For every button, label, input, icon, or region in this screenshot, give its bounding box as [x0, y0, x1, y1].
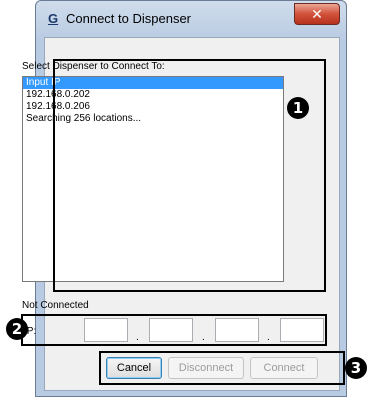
connection-status: Not Connected: [22, 300, 89, 311]
app-icon: G: [48, 11, 59, 26]
callout-number: 1: [287, 97, 309, 119]
callout-box-list: [53, 59, 326, 292]
callout-number: 3: [345, 357, 367, 379]
window-title: Connect to Dispenser: [66, 11, 192, 26]
title-bar[interactable]: G Connect to Dispenser ✕: [36, 1, 346, 37]
callout-box-ip: [21, 314, 327, 346]
callout-number: 2: [6, 318, 28, 340]
close-button[interactable]: ✕: [294, 3, 340, 25]
close-icon: ✕: [311, 6, 323, 22]
callout-box-buttons: [99, 351, 345, 385]
